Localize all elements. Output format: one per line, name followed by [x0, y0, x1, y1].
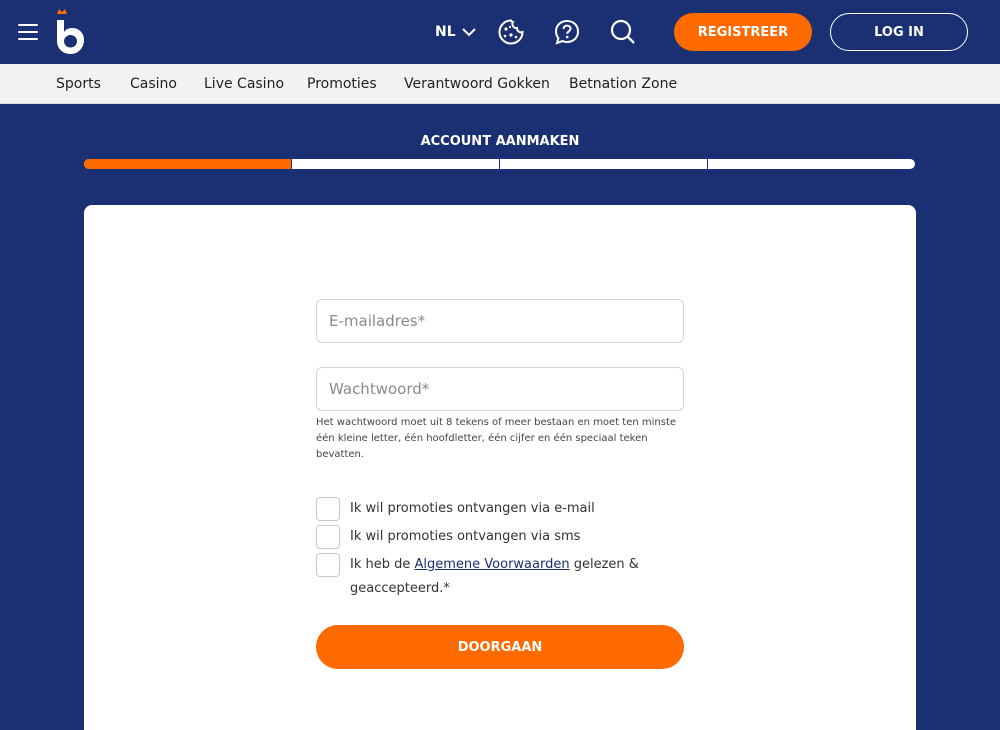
promo-email-row: Ik wil promoties ontvangen via e-mail [316, 497, 595, 521]
progress-divider [499, 159, 500, 169]
terms-label: Ik heb de Algemene Voorwaarden gelezen &… [350, 553, 646, 601]
password-hint: Het wachtwoord moet uit 8 tekens of meer… [316, 417, 677, 460]
progress-divider [707, 159, 708, 169]
help-icon[interactable] [553, 18, 581, 46]
terms-link[interactable]: Algemene Voorwaarden [415, 557, 570, 572]
progress-bar [84, 159, 915, 169]
nav-item-betnation-zone[interactable]: Betnation Zone [569, 76, 677, 92]
search-icon[interactable] [609, 18, 637, 46]
nav-item-live-casino[interactable]: Live Casino [204, 76, 284, 92]
register-button[interactable]: REGISTREER [674, 13, 812, 51]
cookie-icon[interactable] [497, 18, 525, 46]
password-field[interactable] [316, 367, 684, 411]
email-field[interactable] [316, 299, 684, 343]
promo-email-checkbox[interactable] [316, 497, 340, 521]
terms-checkbox[interactable] [316, 553, 340, 577]
chevron-down-icon [461, 28, 476, 37]
promo-sms-label: Ik wil promoties ontvangen via sms [350, 529, 581, 544]
signup-card: Het wachtwoord moet uit 8 tekens of meer… [84, 205, 916, 730]
menu-icon[interactable] [18, 24, 38, 40]
promo-email-label: Ik wil promoties ontvangen via e-mail [350, 501, 595, 516]
nav-item-casino[interactable]: Casino [130, 76, 177, 92]
nav-item-promoties[interactable]: Promoties [307, 76, 377, 92]
nav-item-sports[interactable]: Sports [56, 76, 101, 92]
login-button[interactable]: LOG IN [830, 13, 968, 51]
sub-navigation: Sports Casino Live Casino Promoties Vera… [0, 64, 1000, 104]
language-label: NL [435, 24, 456, 40]
promo-sms-row: Ik wil promoties ontvangen via sms [316, 525, 580, 549]
language-selector[interactable]: NL [435, 24, 476, 40]
terms-prefix: Ik heb de [350, 557, 415, 572]
logo[interactable] [54, 8, 86, 56]
top-header: NL REGISTREER LOG IN [0, 0, 1000, 64]
step-title: ACCOUNT AANMAKEN [420, 134, 580, 149]
nav-item-verantwoord-gokken[interactable]: Verantwoord Gokken [404, 76, 550, 92]
terms-row: Ik heb de Algemene Voorwaarden gelezen &… [316, 553, 646, 601]
progress-divider [291, 159, 292, 169]
continue-button[interactable]: DOORGAAN [316, 625, 684, 669]
progress-fill [84, 159, 292, 169]
promo-sms-checkbox[interactable] [316, 525, 340, 549]
